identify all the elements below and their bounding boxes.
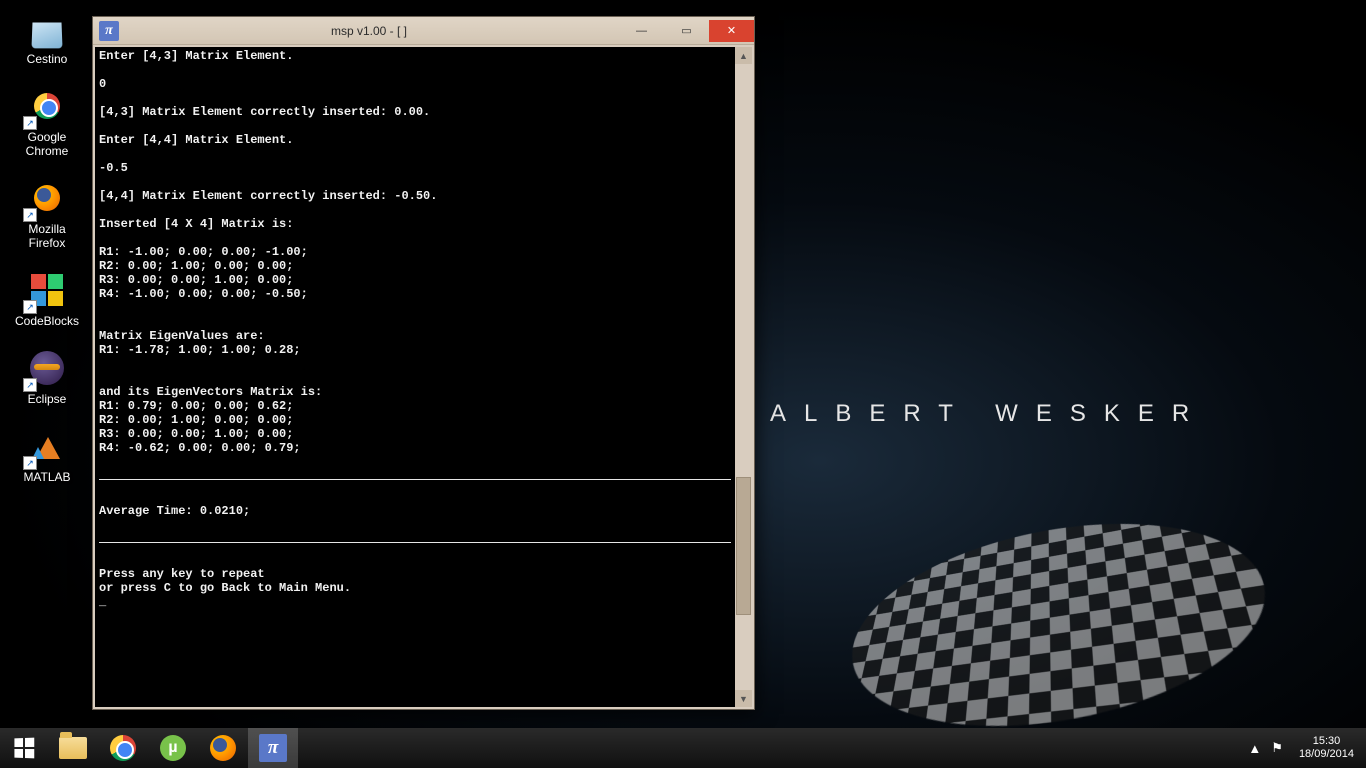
clock[interactable]: 15:30 18/09/2014	[1293, 735, 1360, 761]
window-title: msp v1.00 - [ ]	[119, 24, 619, 38]
desktop-icon-recycle-bin[interactable]: Cestino	[8, 6, 86, 66]
console-area: Enter [4,3] Matrix Element. 0 [4,3] Matr…	[95, 47, 752, 707]
file-explorer-icon	[59, 734, 87, 762]
taskbar: µπ ▲ ⚑ 15:30 18/09/2014	[0, 728, 1366, 768]
action-center-icon[interactable]: ⚑	[1271, 740, 1283, 756]
desktop-icon-mozilla-firefox[interactable]: ↗MozillaFirefox	[8, 176, 86, 250]
wallpaper-text: ALBERT WESKER	[770, 400, 1207, 428]
console-text-top: Enter [4,3] Matrix Element. 0 [4,3] Matr…	[99, 49, 437, 455]
wallpaper-pattern	[828, 495, 1300, 746]
desktop-icon-label: GoogleChrome	[26, 130, 69, 158]
taskbar-item-google-chrome[interactable]	[98, 728, 148, 768]
desktop-icon-label: MATLAB	[23, 470, 70, 484]
clock-time: 15:30	[1299, 735, 1354, 748]
clock-date: 18/09/2014	[1299, 748, 1354, 761]
shortcut-arrow-icon: ↗	[23, 116, 37, 130]
msp-window: π msp v1.00 - [ ] — ▭ ✕ Enter [4,3] Matr…	[92, 16, 755, 710]
desktop-icon-matlab[interactable]: ↗MATLAB	[8, 424, 86, 484]
console-output[interactable]: Enter [4,3] Matrix Element. 0 [4,3] Matr…	[95, 47, 735, 707]
vertical-scrollbar[interactable]: ▲ ▼	[735, 47, 752, 707]
desktop-icon-codeblocks[interactable]: ↗CodeBlocks	[8, 268, 86, 328]
msp-app-icon: π	[259, 734, 287, 762]
recycle-bin-icon	[25, 6, 69, 50]
window-controls: — ▭ ✕	[619, 20, 754, 42]
console-divider	[99, 479, 731, 480]
start-button[interactable]	[0, 728, 48, 768]
desktop: ALBERT WESKER Cestino↗GoogleChrome↗Mozil…	[0, 0, 1366, 768]
shortcut-arrow-icon: ↗	[23, 300, 37, 314]
system-tray: ▲ ⚑ 15:30 18/09/2014	[1248, 735, 1366, 761]
desktop-icon-google-chrome[interactable]: ↗GoogleChrome	[8, 84, 86, 158]
minimize-button[interactable]: —	[619, 20, 664, 42]
utorrent-icon: µ	[159, 734, 187, 762]
desktop-icon-label: CodeBlocks	[15, 314, 79, 328]
scroll-up-button[interactable]: ▲	[735, 47, 752, 64]
shortcut-arrow-icon: ↗	[23, 456, 37, 470]
eclipse-icon: ↗	[25, 346, 69, 390]
scroll-down-button[interactable]: ▼	[735, 690, 752, 707]
scroll-track[interactable]	[735, 64, 752, 690]
show-hidden-icons[interactable]: ▲	[1248, 741, 1261, 756]
windows-logo-icon	[14, 738, 34, 759]
desktop-icon-label: Cestino	[27, 52, 68, 66]
taskbar-item-mozilla-firefox[interactable]	[198, 728, 248, 768]
taskbar-item-utorrent[interactable]: µ	[148, 728, 198, 768]
console-divider	[99, 542, 731, 543]
google-chrome-icon	[109, 734, 137, 762]
shortcut-arrow-icon: ↗	[23, 208, 37, 222]
console-text-bot: Press any key to repeat or press C to go…	[99, 567, 351, 609]
scroll-thumb[interactable]	[736, 477, 751, 615]
shortcut-arrow-icon: ↗	[23, 378, 37, 392]
taskbar-items: µπ	[48, 728, 298, 768]
desktop-icon-label: Eclipse	[28, 392, 67, 406]
mozilla-firefox-icon	[209, 734, 237, 762]
taskbar-item-file-explorer[interactable]	[48, 728, 98, 768]
desktop-icon-eclipse[interactable]: ↗Eclipse	[8, 346, 86, 406]
desktop-icons: Cestino↗GoogleChrome↗MozillaFirefox↗Code…	[8, 6, 86, 484]
pi-icon: π	[99, 21, 119, 41]
mozilla-firefox-icon: ↗	[25, 176, 69, 220]
taskbar-item-msp-app[interactable]: π	[248, 728, 298, 768]
console-text-mid: Average Time: 0.0210;	[99, 504, 250, 518]
matlab-icon: ↗	[25, 424, 69, 468]
titlebar[interactable]: π msp v1.00 - [ ] — ▭ ✕	[93, 17, 754, 45]
google-chrome-icon: ↗	[25, 84, 69, 128]
desktop-icon-label: MozillaFirefox	[28, 222, 65, 250]
maximize-button[interactable]: ▭	[664, 20, 709, 42]
codeblocks-icon: ↗	[25, 268, 69, 312]
close-button[interactable]: ✕	[709, 20, 754, 42]
